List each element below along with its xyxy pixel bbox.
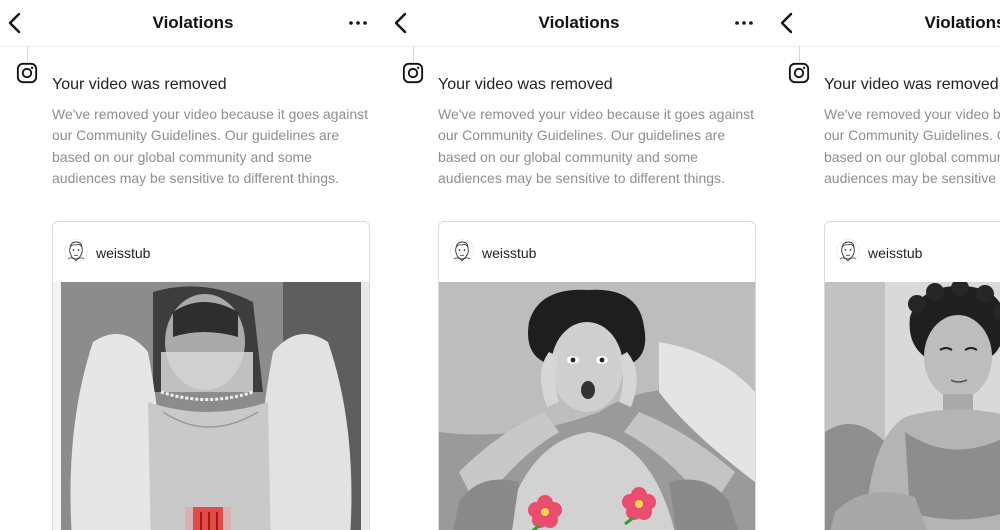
timeline-line bbox=[413, 46, 414, 62]
violations-screen-1: Violations Your video was removed We've … bbox=[0, 0, 386, 530]
timeline-line bbox=[799, 46, 800, 62]
timeline-line bbox=[27, 46, 28, 62]
post-media-image bbox=[439, 282, 755, 530]
post-username[interactable]: weisstub bbox=[482, 245, 536, 261]
instagram-icon bbox=[402, 62, 424, 84]
post-media-image bbox=[825, 282, 1000, 530]
post-header: weisstub bbox=[439, 222, 755, 282]
post-header: weisstub bbox=[825, 222, 1000, 282]
avatar[interactable] bbox=[64, 239, 88, 263]
notice-title: Your video was removed bbox=[438, 76, 613, 93]
notice-body: We've removed your video because it goes… bbox=[52, 106, 369, 186]
post-header: weisstub bbox=[53, 222, 369, 282]
page-title: Violations bbox=[924, 13, 1000, 32]
more-horizontal-icon[interactable] bbox=[732, 15, 756, 31]
violations-screen-2: Violations Your video was removed We've … bbox=[386, 0, 772, 530]
notice-body: We've removed your video because it goes… bbox=[824, 106, 1000, 186]
post-username[interactable]: weisstub bbox=[868, 245, 922, 261]
avatar[interactable] bbox=[450, 239, 474, 263]
notice-body: We've removed your video because it goes… bbox=[438, 106, 755, 186]
removed-post-card[interactable]: weisstub bbox=[824, 221, 1000, 530]
post-media-image bbox=[53, 282, 369, 530]
nav-header: Violations bbox=[386, 0, 772, 47]
page-title: Violations bbox=[152, 13, 234, 32]
notice-title: Your video was removed bbox=[824, 76, 999, 93]
post-username[interactable]: weisstub bbox=[96, 245, 150, 261]
avatar[interactable] bbox=[836, 239, 860, 263]
removed-post-card[interactable]: weisstub bbox=[52, 221, 370, 530]
more-horizontal-icon[interactable] bbox=[346, 15, 370, 31]
notice-title: Your video was removed bbox=[52, 76, 227, 93]
violations-screen-3: Violations Your video was removed We've … bbox=[772, 0, 1000, 530]
instagram-icon bbox=[788, 62, 810, 84]
page-title: Violations bbox=[538, 13, 620, 32]
nav-header: Violations bbox=[772, 0, 1000, 47]
instagram-icon bbox=[16, 62, 38, 84]
removed-post-card[interactable]: weisstub bbox=[438, 221, 756, 530]
nav-header: Violations bbox=[0, 0, 386, 47]
